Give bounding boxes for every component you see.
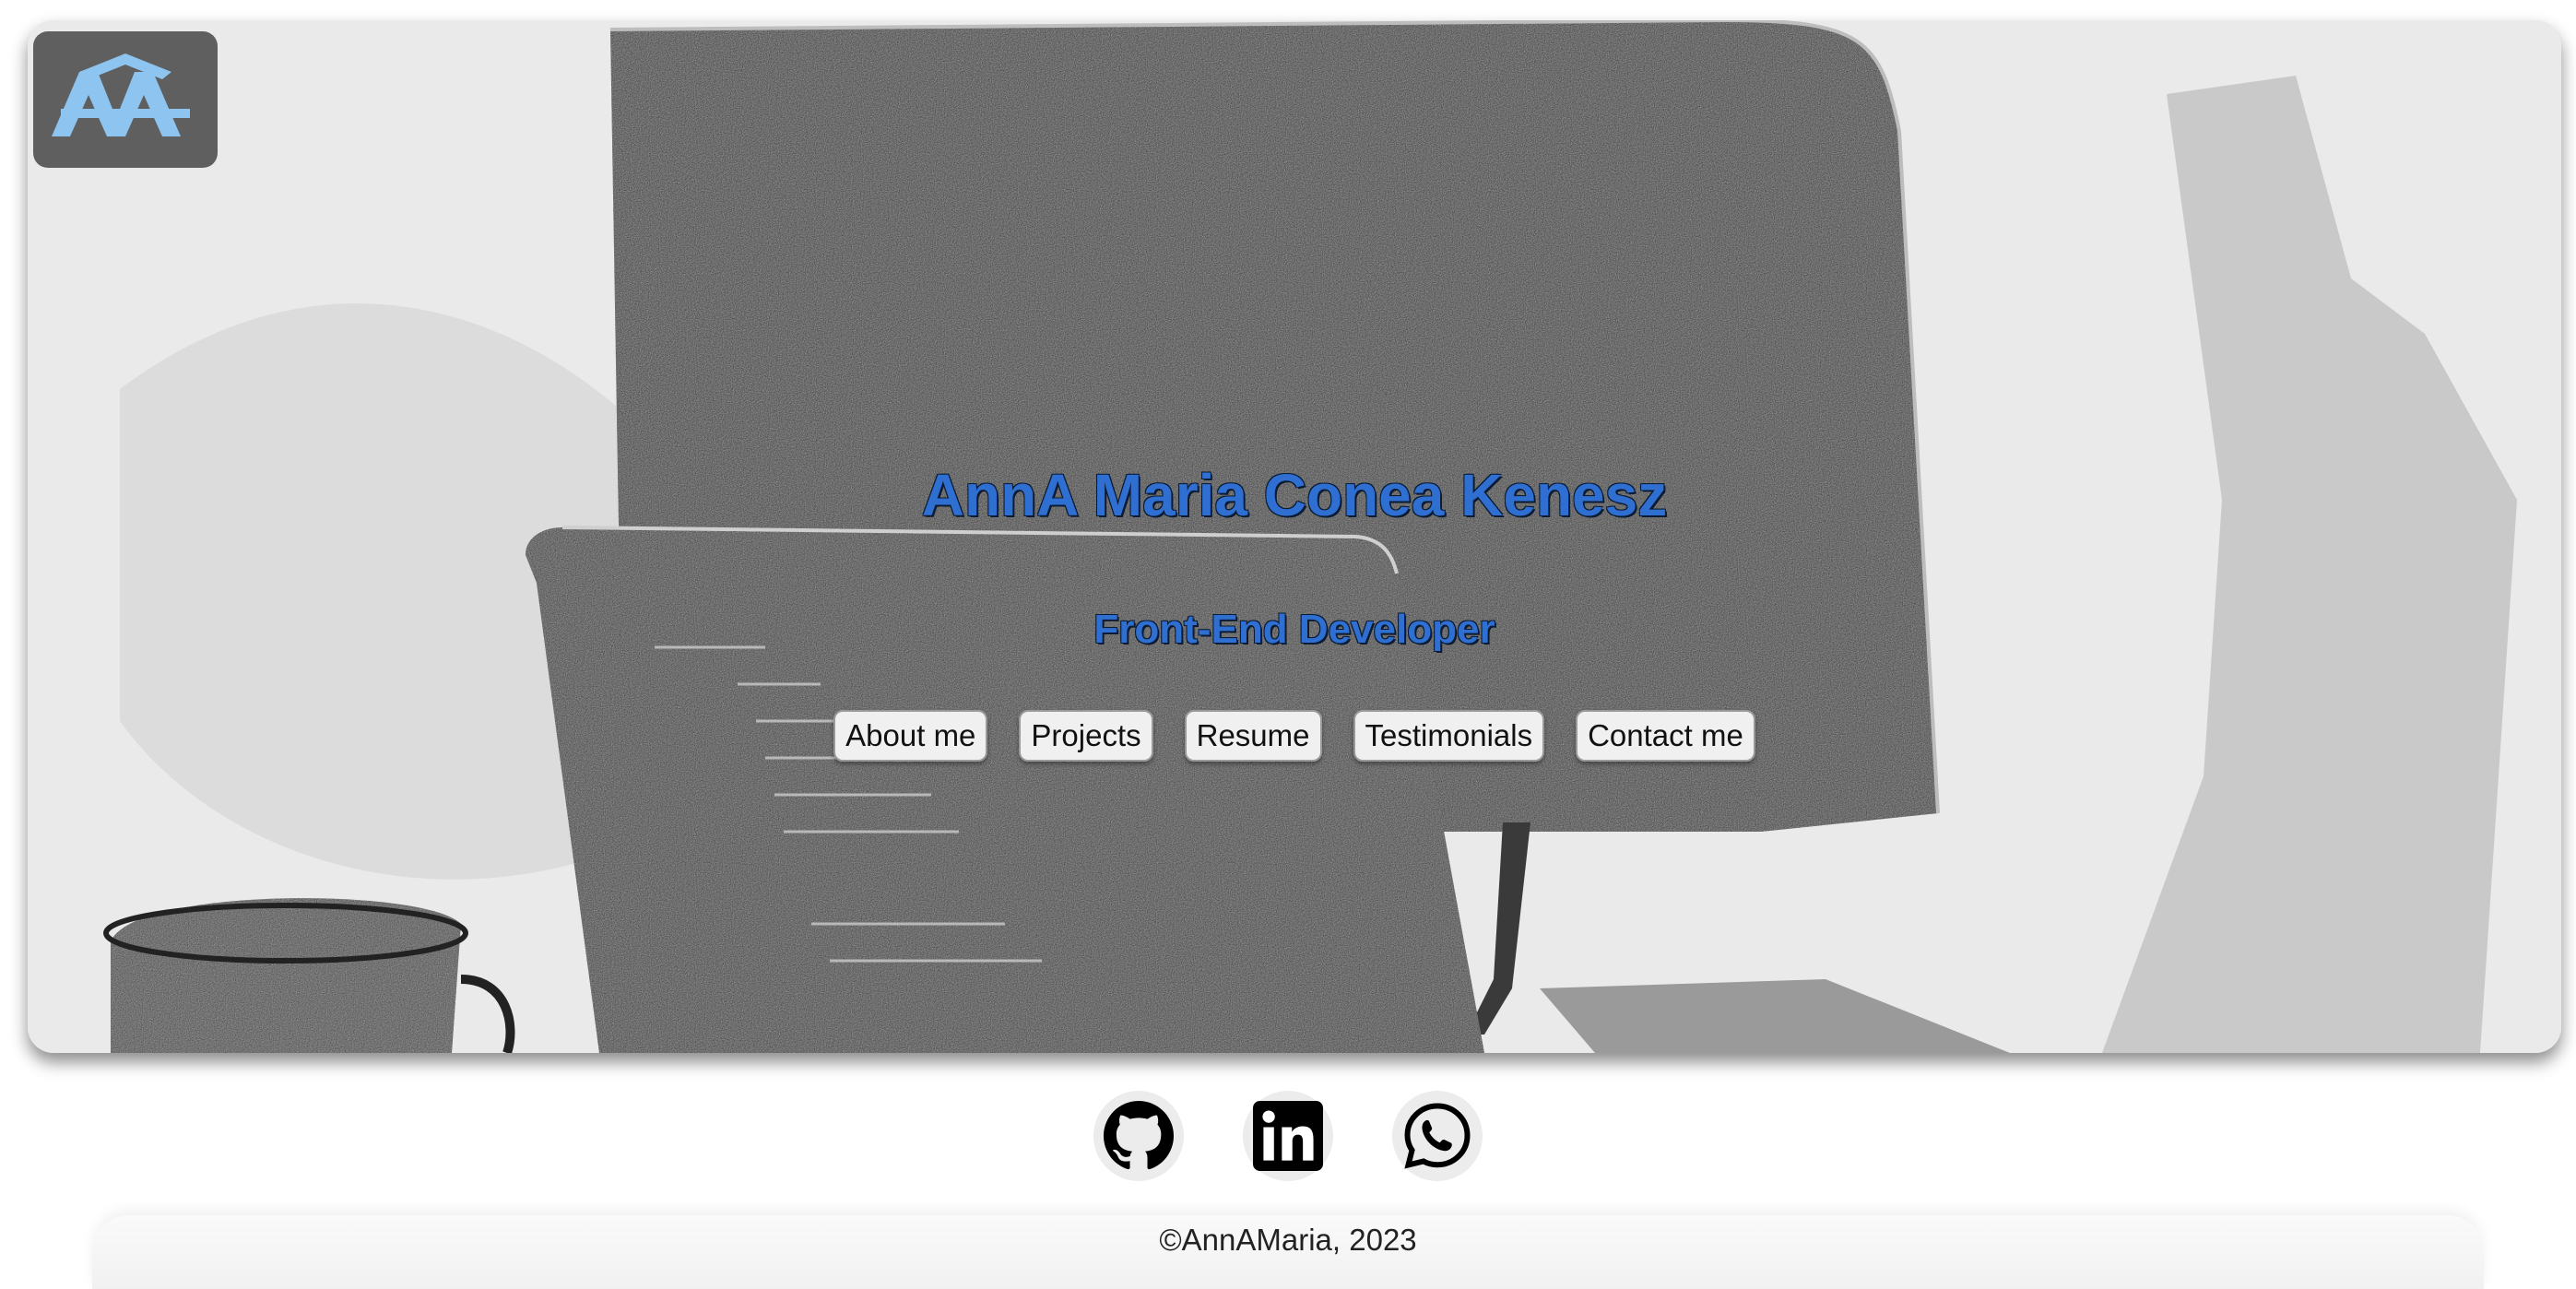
main-nav: About me Projects Resume Testimonials Co… bbox=[28, 710, 2561, 762]
github-link[interactable] bbox=[1093, 1091, 1184, 1181]
nav-resume-button[interactable]: Resume bbox=[1184, 710, 1322, 762]
whatsapp-link[interactable] bbox=[1392, 1091, 1483, 1181]
desk-illustration bbox=[28, 20, 2561, 1053]
social-links bbox=[0, 1091, 2576, 1181]
hero-banner: AnnA Maria Conea Kenesz Front-End Develo… bbox=[28, 20, 2561, 1053]
linkedin-link[interactable] bbox=[1243, 1091, 1333, 1181]
nav-contact-me-button[interactable]: Contact me bbox=[1576, 710, 1755, 762]
github-icon bbox=[1104, 1101, 1174, 1170]
nav-projects-button[interactable]: Projects bbox=[1019, 710, 1153, 762]
page-title: AnnA Maria Conea Kenesz bbox=[921, 462, 1668, 528]
linkedin-icon bbox=[1253, 1101, 1323, 1171]
logo-monogram-icon bbox=[52, 53, 190, 136]
logo[interactable] bbox=[33, 31, 218, 168]
nav-about-me-button[interactable]: About me bbox=[833, 710, 988, 762]
page-subtitle: Front-End Developer bbox=[1093, 607, 1495, 652]
copyright-text: ©AnnAMaria, 2023 bbox=[1159, 1223, 1417, 1257]
nav-testimonials-button[interactable]: Testimonials bbox=[1353, 710, 1545, 762]
whatsapp-icon bbox=[1404, 1103, 1471, 1169]
